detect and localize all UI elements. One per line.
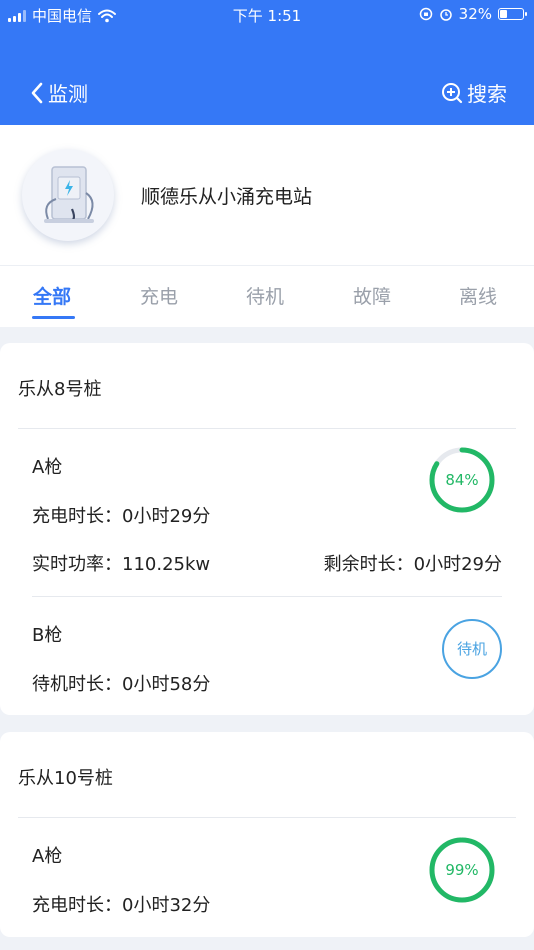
divider (32, 596, 502, 597)
back-button[interactable]: 监测 (30, 78, 88, 107)
pile-card[interactable]: 乐从8号桩 A枪 充电时长：0小时29分 实时功率：110.25kw 剩余时长：… (0, 343, 534, 715)
realtime-power: 实时功率：110.25kw (32, 554, 211, 575)
gun-label: B枪 (32, 625, 63, 646)
active-tab-indicator (32, 316, 75, 319)
remaining-time: 剩余时长：0小时29分 (323, 554, 502, 575)
pile-title: 乐从10号桩 (18, 768, 113, 789)
back-label: 监测 (48, 82, 88, 106)
station-name: 顺德乐从小涌充电站 (141, 186, 313, 208)
status-tabs: 全部 充电 待机 故障 离线 (0, 265, 534, 327)
nav-bar: 监测 搜索 (0, 70, 534, 116)
header: 中国电信 下午 1:51 32% 监测 搜索 (0, 0, 534, 125)
standby-duration: 待机时长：0小时58分 (32, 674, 211, 695)
alarm-icon (439, 9, 452, 21)
gun-label: A枪 (32, 457, 63, 478)
status-right: 32% (419, 5, 527, 23)
charge-duration: 充电时长：0小时32分 (32, 895, 211, 916)
tab-standby[interactable]: 待机 (246, 282, 284, 309)
progress-ring: 99% (428, 836, 496, 904)
tab-offline[interactable]: 离线 (459, 282, 497, 309)
station-info: 顺德乐从小涌充电站 (0, 125, 534, 265)
pile-title: 乐从8号桩 (18, 379, 102, 400)
chevron-left-icon (31, 82, 43, 103)
progress-label: 99% (445, 861, 479, 879)
tab-fault[interactable]: 故障 (353, 282, 391, 309)
progress-label: 84% (445, 471, 479, 489)
divider (18, 428, 516, 429)
search-label: 搜索 (467, 82, 507, 106)
standby-badge: 待机 (442, 619, 502, 679)
divider (18, 817, 516, 818)
charging-station-icon (44, 166, 94, 223)
station-image (22, 149, 114, 241)
tab-all[interactable]: 全部 (33, 282, 71, 309)
pile-card[interactable]: 乐从10号桩 A枪 充电时长：0小时32分 99% (0, 732, 534, 937)
status-bar: 中国电信 下午 1:51 32% (0, 0, 534, 30)
battery-percent: 32% (458, 5, 492, 23)
battery-icon (498, 8, 527, 20)
gun-label: A枪 (32, 846, 63, 867)
search-icon (442, 82, 463, 103)
tab-charging[interactable]: 充电 (140, 282, 178, 309)
search-button[interactable]: 搜索 (441, 78, 507, 107)
orientation-lock-icon (419, 7, 432, 21)
progress-ring: 84% (428, 446, 496, 514)
charge-duration: 充电时长：0小时29分 (32, 506, 211, 527)
